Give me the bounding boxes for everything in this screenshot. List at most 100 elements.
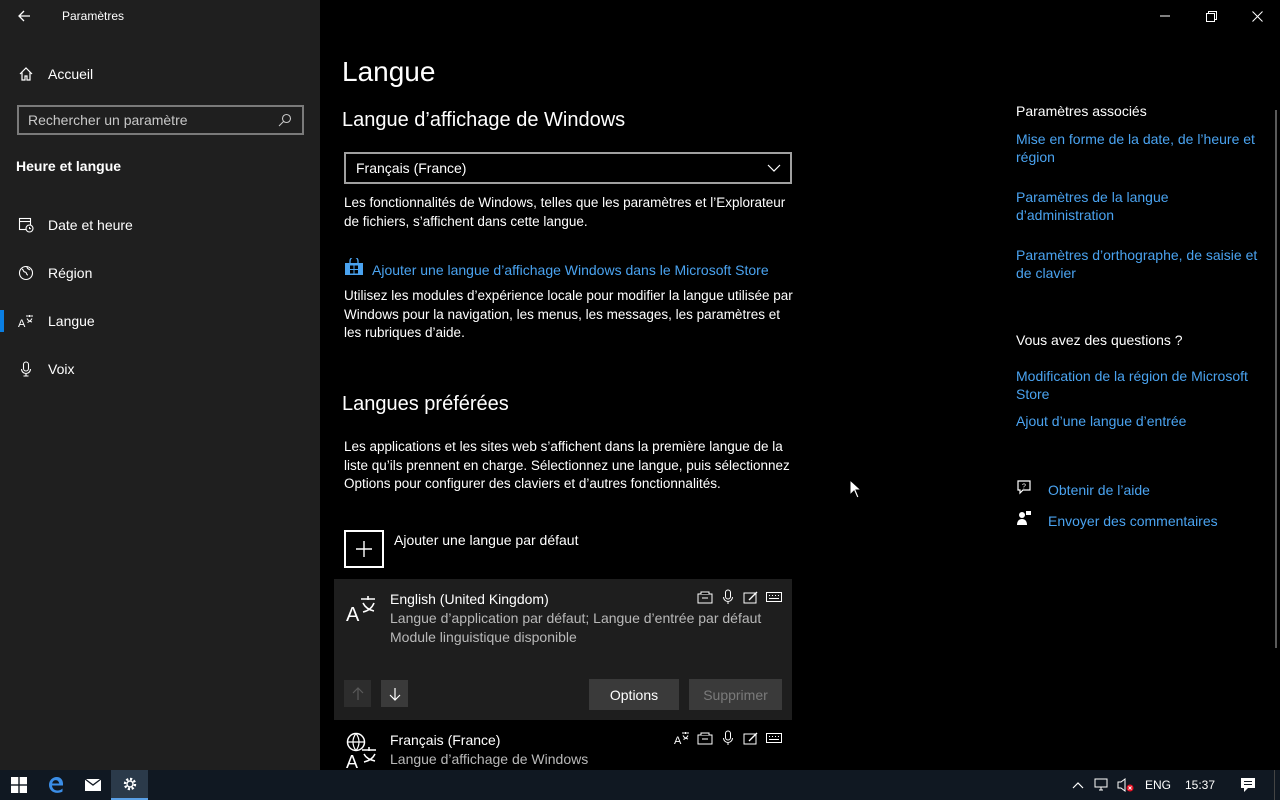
arrow-up-icon <box>352 686 363 700</box>
sidebar: Paramètres Accueil Rechercher un paramèt… <box>0 0 320 770</box>
help-chat-icon: ? <box>1016 479 1032 500</box>
move-down-button[interactable] <box>381 680 408 707</box>
language-item-french[interactable]: A Français (France) Langue d’affichage d… <box>334 720 792 772</box>
add-language-button[interactable]: Ajouter une langue par défaut <box>344 530 578 568</box>
back-arrow-icon <box>18 10 30 22</box>
svg-text:?: ? <box>1022 484 1026 491</box>
svg-text:A: A <box>674 735 682 746</box>
handwriting-icon <box>743 730 759 746</box>
network-button[interactable] <box>1090 770 1114 800</box>
sidebar-item-voice[interactable]: Voix <box>0 351 320 387</box>
chevron-up-icon <box>1072 782 1084 789</box>
questions-heading: Vous avez des questions ? <box>1016 332 1183 348</box>
home-icon <box>16 64 36 84</box>
taskbar-settings[interactable] <box>111 770 148 800</box>
link-spelling-typing[interactable]: Paramètres d’orthographe, de saisie et d… <box>1016 246 1262 282</box>
taskbar: ENG 15:37 <box>0 770 1280 800</box>
edge-browser-icon <box>48 777 63 793</box>
app-title: Paramètres <box>62 9 125 23</box>
show-desktop-button[interactable] <box>1274 770 1280 800</box>
region-globe-icon <box>16 263 36 283</box>
search-icon[interactable] <box>274 109 296 131</box>
mail-icon <box>84 778 101 791</box>
restore-button[interactable] <box>1188 0 1234 32</box>
sidebar-item-label: Langue <box>48 313 95 329</box>
related-settings-heading: Paramètres associés <box>1016 103 1147 119</box>
windows-logo-icon <box>10 777 27 793</box>
link-store-region[interactable]: Modification de la région de Microsoft S… <box>1016 367 1262 403</box>
link-add-input-language[interactable]: Ajout d’une langue d’entrée <box>1016 412 1262 430</box>
restore-icon <box>1205 10 1217 22</box>
sidebar-section-title: Heure et langue <box>16 158 122 174</box>
input-language-indicator[interactable]: ENG <box>1138 770 1178 800</box>
remove-button[interactable]: Supprimer <box>689 679 782 710</box>
display-language-dropdown[interactable]: Français (France) <box>344 152 792 184</box>
scrollbar[interactable] <box>1275 110 1277 648</box>
get-help-link[interactable]: ? Obtenir de l’aide <box>1016 479 1150 500</box>
action-center-button[interactable] <box>1222 770 1274 800</box>
minimize-button[interactable] <box>1142 0 1188 32</box>
back-button[interactable] <box>12 6 36 26</box>
language-name: Français (France) <box>390 732 501 748</box>
move-up-button[interactable] <box>344 680 371 707</box>
feedback-person-icon <box>1016 510 1032 531</box>
search-placeholder: Rechercher un paramètre <box>28 112 188 128</box>
store-link[interactable]: Ajouter une langue d’affichage Windows d… <box>344 256 769 281</box>
get-help-label: Obtenir de l’aide <box>1048 481 1150 498</box>
store-icon <box>344 256 364 281</box>
gear-icon <box>123 777 136 791</box>
language-icon: A <box>16 311 36 331</box>
language-detail: Langue d’affichage de Windows <box>390 751 589 767</box>
start-button[interactable] <box>0 770 37 800</box>
store-link-label: Ajouter une langue d’affichage Windows d… <box>372 261 769 278</box>
svg-text:A: A <box>346 604 360 625</box>
feature-icons <box>697 589 782 605</box>
notification-icon <box>1241 778 1255 792</box>
close-icon <box>1251 10 1263 22</box>
selection-indicator <box>0 310 4 332</box>
display-language-description: Les fonctionnalités de Windows, telles q… <box>344 195 786 229</box>
speech-icon <box>720 589 736 605</box>
svg-text:A: A <box>18 318 26 329</box>
display-language-icon: A <box>674 730 690 746</box>
taskbar-edge[interactable] <box>37 770 74 800</box>
keyboard-icon <box>766 730 782 746</box>
clock[interactable]: 15:37 <box>1178 770 1222 800</box>
feature-icons: A <box>674 730 782 746</box>
taskbar-mail[interactable] <box>74 770 111 800</box>
language-name: English (United Kingdom) <box>390 591 549 607</box>
link-admin-language[interactable]: Paramètres de la langue d’administration <box>1016 188 1262 224</box>
tray-overflow-button[interactable] <box>1066 770 1090 800</box>
language-item-english[interactable]: A English (United Kingdom) Langue d’appl… <box>334 579 792 720</box>
sidebar-item-region[interactable]: Région <box>0 255 320 291</box>
speech-icon <box>720 730 736 746</box>
language-pack-icon <box>697 730 713 746</box>
page-title: Langue <box>342 56 436 87</box>
nav-home-label: Accueil <box>48 66 94 82</box>
sidebar-item-date-time[interactable]: Date et heure <box>0 207 320 243</box>
nav-home[interactable]: Accueil <box>0 58 320 90</box>
chevron-down-icon <box>764 164 784 172</box>
link-date-time-format[interactable]: Mise en forme de la date, de l’heure et … <box>1016 130 1262 166</box>
dropdown-value: Français (France) <box>356 160 467 176</box>
arrow-down-icon <box>389 687 400 701</box>
send-feedback-link[interactable]: Envoyer des commentaires <box>1016 510 1218 531</box>
plus-icon <box>344 530 384 568</box>
store-description: Utilisez les modules d’expérience locale… <box>344 288 793 341</box>
language-glyph-icon: A <box>346 593 378 626</box>
sidebar-item-label: Date et heure <box>48 217 133 233</box>
preferred-languages-description: Les applications et les sites web s’affi… <box>344 439 790 492</box>
volume-button[interactable] <box>1114 770 1138 800</box>
display-language-heading: Langue d’affichage de Windows <box>342 109 626 131</box>
svg-text:A: A <box>346 752 358 770</box>
options-button[interactable]: Options <box>589 679 679 710</box>
add-language-label: Ajouter une langue par défaut <box>394 532 579 548</box>
language-detail: Langue d’application par défaut; Langue … <box>390 610 762 626</box>
preferred-languages-heading: Langues préférées <box>342 393 509 415</box>
mouse-cursor <box>849 478 863 504</box>
close-button[interactable] <box>1234 0 1280 32</box>
sidebar-item-language[interactable]: A Langue <box>0 303 320 339</box>
microphone-icon <box>16 359 36 379</box>
search-input[interactable]: Rechercher un paramètre <box>17 105 304 135</box>
keyboard-icon <box>766 589 782 605</box>
